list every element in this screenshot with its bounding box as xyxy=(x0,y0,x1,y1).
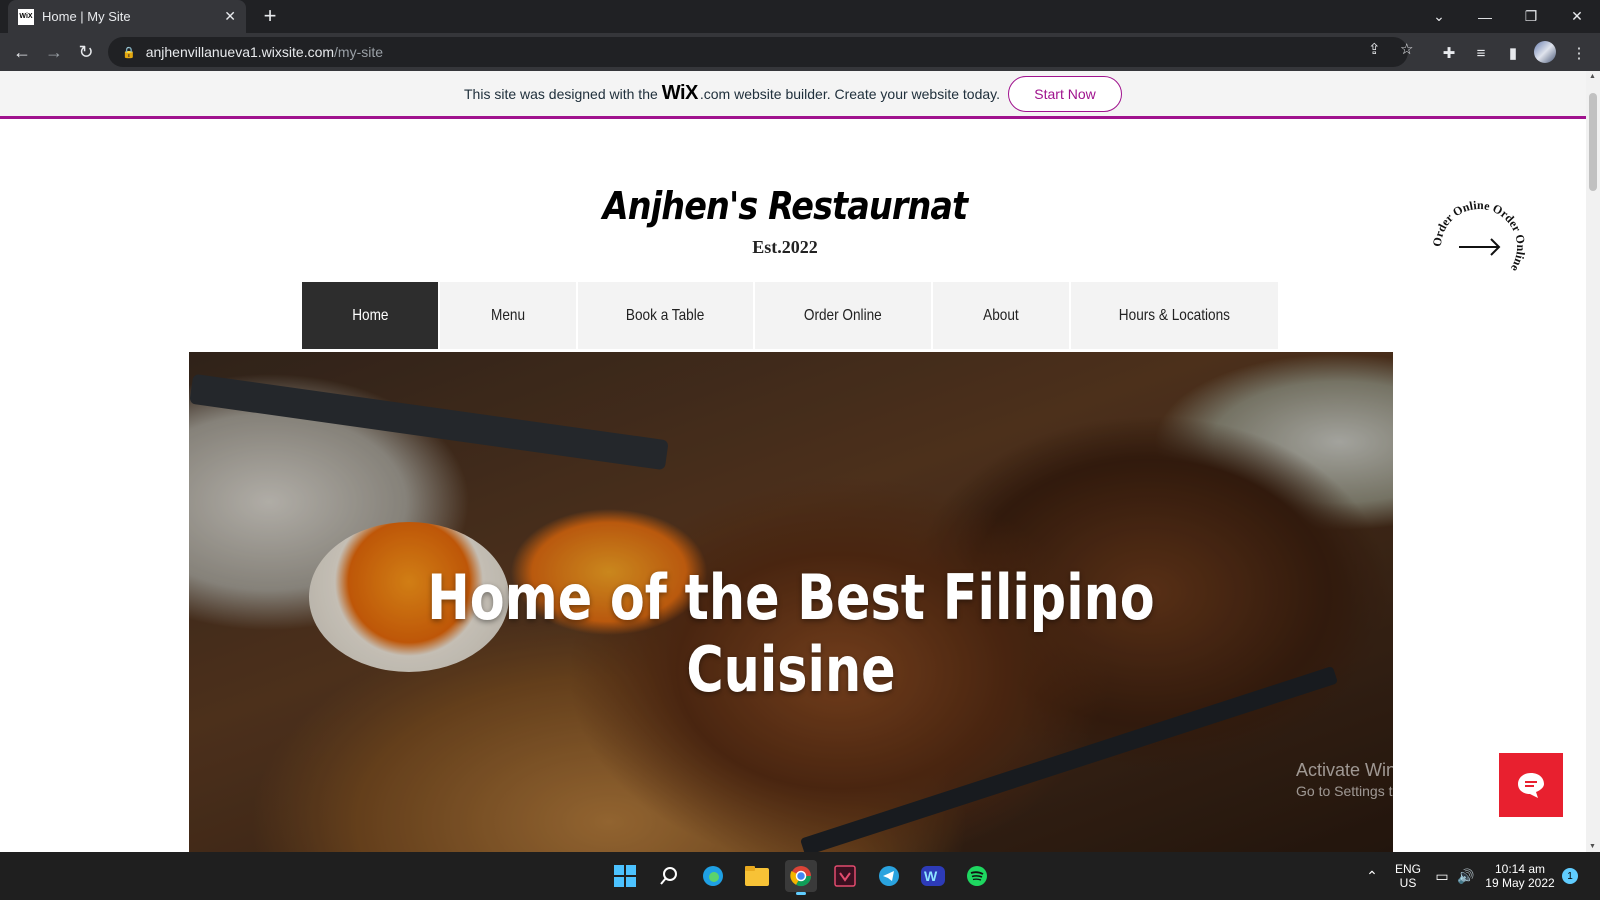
browser-toolbar: ← → ↻ 🔒 anjhenvillanueva1.wixsite.com/my… xyxy=(0,33,1600,71)
nav-about[interactable]: About xyxy=(933,282,1071,349)
url-path: /my-site xyxy=(334,44,384,60)
nav-order-online-label: Order Online xyxy=(804,306,882,324)
chat-bubble-icon xyxy=(1518,773,1544,798)
nav-book-a-table[interactable]: Book a Table xyxy=(578,282,755,349)
banner-text-before: This site was designed with the xyxy=(464,85,658,102)
nav-home[interactable]: Home xyxy=(302,282,440,349)
share-icon[interactable]: ⇪ xyxy=(1368,40,1381,58)
lang-label: ENG xyxy=(1394,862,1421,876)
lock-icon: 🔒 xyxy=(122,46,136,59)
nav-home-label: Home xyxy=(351,306,389,324)
site-subtitle: Est.2022 xyxy=(752,237,818,257)
region-label: US xyxy=(1399,876,1417,890)
reload-icon[interactable]: ↻ xyxy=(72,38,100,66)
tab-title: Home | My Site xyxy=(42,9,131,24)
back-icon[interactable]: ← xyxy=(8,38,36,66)
side-panel-icon[interactable]: ▮ xyxy=(1502,42,1524,64)
url-host: anjhenvillanueva1.wixsite.com xyxy=(145,44,335,60)
notification-count-badge[interactable]: 1 xyxy=(1562,868,1578,884)
vectr-icon[interactable] xyxy=(829,860,861,892)
tab-close-icon[interactable]: ✕ xyxy=(224,8,236,25)
nav-book-a-table-label: Book a Table xyxy=(626,306,705,324)
scroll-up-icon[interactable]: ▲ xyxy=(1589,73,1596,80)
minimize-icon[interactable]: — xyxy=(1462,0,1508,33)
restore-icon[interactable]: ❐ xyxy=(1508,0,1554,33)
nav-order-online[interactable]: Order Online xyxy=(755,282,933,349)
nav-hours-locations[interactable]: Hours & Locations xyxy=(1071,282,1280,349)
chrome-icon[interactable] xyxy=(785,860,817,895)
reading-list-icon[interactable]: ≡ xyxy=(1470,42,1492,64)
clock-date: 19 May 2022 xyxy=(1485,876,1555,890)
nav-menu-label: Menu xyxy=(490,306,526,324)
search-icon[interactable] xyxy=(653,860,685,892)
browser-tab[interactable]: WiX Home | My Site ✕ xyxy=(8,0,246,33)
hero-image: Home of the Best Filipino Cuisine xyxy=(189,352,1393,852)
file-explorer-icon[interactable] xyxy=(741,860,773,892)
wix-promo-banner: This site was designed with the WiX .com… xyxy=(0,71,1586,119)
order-online-badge[interactable]: Order Online Order Online xyxy=(1431,199,1527,295)
page-scrollbar[interactable]: ▲ ▼ xyxy=(1586,71,1600,852)
bookmark-star-icon[interactable]: ☆ xyxy=(1400,40,1413,58)
language-indicator[interactable]: ENG US xyxy=(1392,852,1424,900)
svg-text:W: W xyxy=(924,868,938,884)
activate-sub: Go to Settings to activate Windows. xyxy=(1296,783,1517,799)
browser-tab-strip: WiX Home | My Site ✕ + ⌄ — ❐ ✕ xyxy=(0,0,1600,33)
scroll-down-icon[interactable]: ▼ xyxy=(1589,843,1596,850)
start-now-button[interactable]: Start Now xyxy=(1008,75,1122,112)
extensions-puzzle-icon[interactable]: ✚ xyxy=(1438,42,1460,64)
activate-title: Activate Windows xyxy=(1296,760,1439,780)
address-bar[interactable]: 🔒 anjhenvillanueva1.wixsite.com/my-site xyxy=(108,37,1408,67)
arrow-right-icon xyxy=(1459,238,1501,256)
chrome-menu-icon[interactable]: ⋮ xyxy=(1568,42,1590,64)
page-viewport: This site was designed with the WiX .com… xyxy=(0,71,1586,852)
wix-favicon-icon: WiX xyxy=(18,8,34,25)
telegram-icon[interactable] xyxy=(873,860,905,892)
forward-icon[interactable]: → xyxy=(40,38,68,66)
clock[interactable]: 10:14 am 19 May 2022 xyxy=(1484,852,1556,900)
wix-logo: WiX xyxy=(661,82,699,104)
chat-button[interactable] xyxy=(1499,753,1563,817)
banner-text-after: .com website builder. Create your websit… xyxy=(699,85,1000,102)
network-icon[interactable]: ▭ xyxy=(1432,852,1452,900)
nav-hours-locations-label: Hours & Locations xyxy=(1118,306,1231,324)
close-window-icon[interactable]: ✕ xyxy=(1554,0,1600,33)
edge-icon[interactable] xyxy=(697,860,729,892)
hero-line-1: Home of the Best Filipino xyxy=(427,561,1155,634)
new-tab-icon[interactable]: + xyxy=(258,3,282,28)
scroll-thumb[interactable] xyxy=(1589,93,1597,191)
activate-windows-watermark: Activate Windows Go to Settings to activ… xyxy=(1296,760,1517,799)
tab-search-chevron-icon[interactable]: ⌄ xyxy=(1416,0,1462,33)
windows-taskbar: W ⌃ ENG US ▭ 🔊 10:14 am 19 May 2022 xyxy=(0,852,1600,900)
nav-about-label: About xyxy=(983,306,1019,324)
hero-headline: Home of the Best Filipino Cuisine xyxy=(297,562,1284,706)
site-nav: Home Menu Book a Table Order Online Abou… xyxy=(302,282,1582,349)
webex-icon[interactable]: W xyxy=(917,860,949,892)
spotify-icon[interactable] xyxy=(961,860,993,892)
site-title[interactable]: Anjhen's Restaurnat xyxy=(94,184,1476,228)
clock-time: 10:14 am xyxy=(1494,862,1546,876)
order-badge-ring-text: Order Online Order Online xyxy=(1431,199,1527,275)
volume-icon[interactable]: 🔊 xyxy=(1456,852,1476,900)
windows-start-icon[interactable] xyxy=(609,860,641,892)
hero-line-2: Cuisine xyxy=(686,633,896,706)
tray-chevron-up-icon[interactable]: ⌃ xyxy=(1362,852,1382,900)
profile-avatar[interactable] xyxy=(1534,41,1556,63)
nav-menu[interactable]: Menu xyxy=(440,282,578,349)
